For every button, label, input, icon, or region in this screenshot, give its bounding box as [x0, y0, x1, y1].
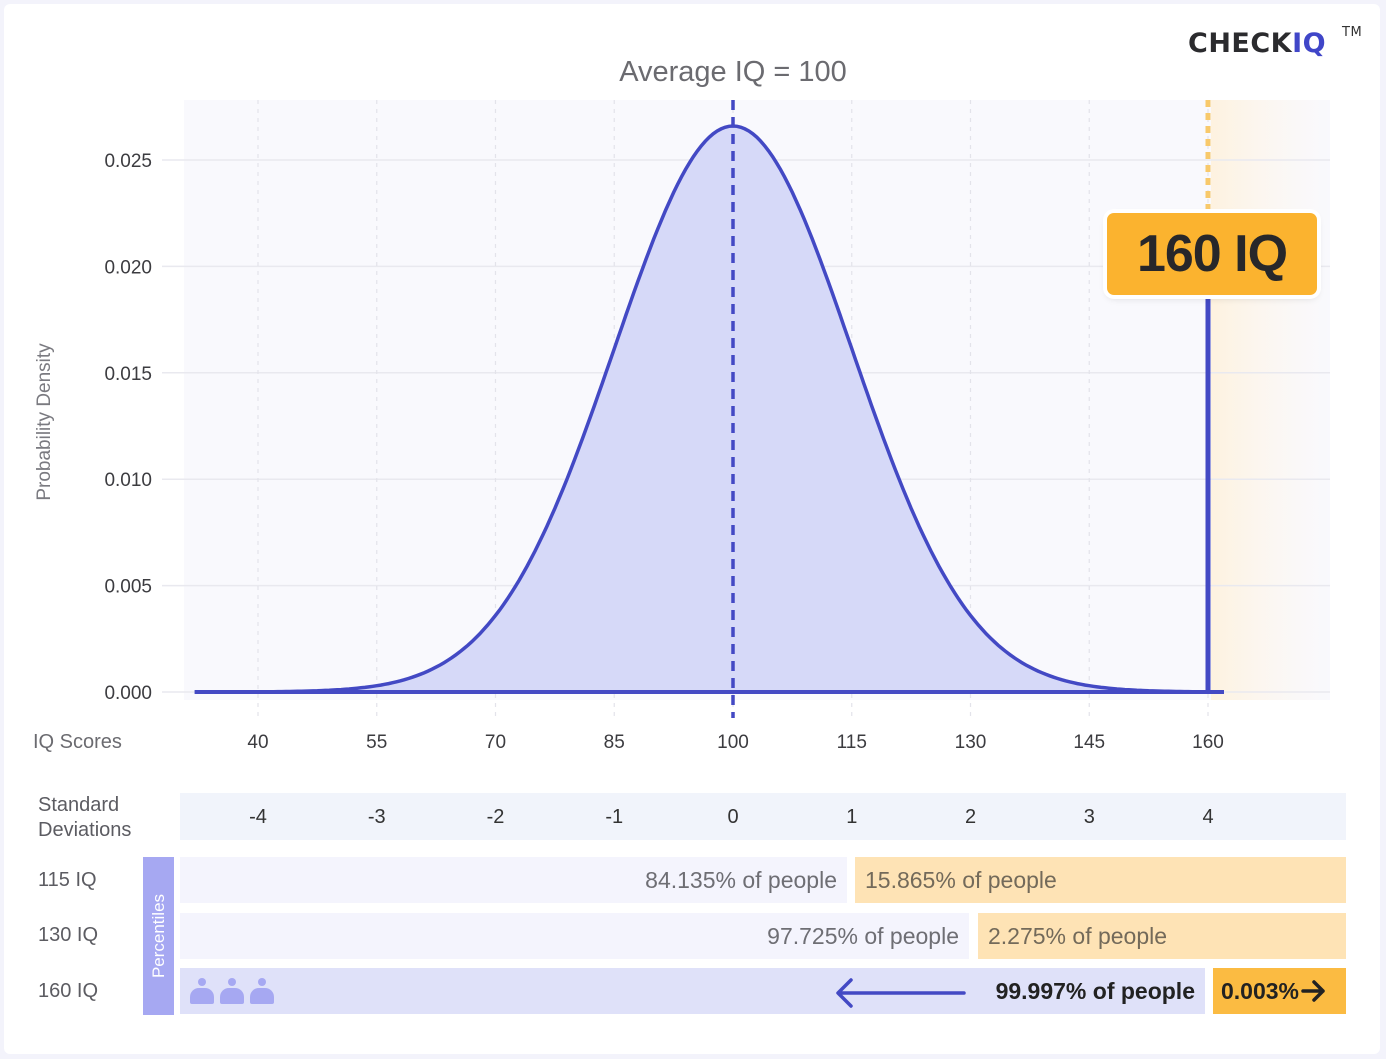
percentile-below-bar-highlight: 99.997% of people: [180, 968, 1205, 1014]
highlight-score-badge: 160 IQ: [1107, 213, 1317, 295]
percentile-row-label: 160 IQ: [38, 980, 99, 1002]
percentile-above-bar: 2.275% of people: [978, 913, 1346, 959]
sd-row-label-line1: Standard: [38, 794, 120, 816]
x-tick-label: 130: [955, 732, 987, 753]
person-icon: [190, 978, 214, 1004]
sd-row-label-line2: Deviations: [38, 819, 132, 841]
density-chart: 0.000 0.005 0.010 0.015 0.020 0.025 40 55 70 85 1…: [33, 100, 1330, 753]
sd-tick-label: 2: [964, 806, 977, 828]
sd-tick-label: 0: [727, 806, 739, 828]
sd-tick-label: -4: [249, 806, 267, 828]
person-icon: [220, 978, 244, 1004]
percentile-below-bar: 97.725% of people: [180, 913, 969, 959]
people-icons: [190, 978, 274, 1004]
percentiles-tag: Percentiles: [143, 857, 174, 1015]
percentile-below-text: 99.997% of people: [995, 977, 1195, 1004]
sd-tick-label: -3: [367, 806, 386, 828]
arrow-right-icon: [1301, 980, 1325, 1002]
sd-strip: [180, 793, 1346, 840]
percentile-above-bar: 15.865% of people: [855, 857, 1346, 903]
percentile-below-text: 97.725% of people: [767, 922, 959, 949]
y-axis-label: Probability Density: [34, 343, 55, 501]
x-tick-label: 85: [604, 732, 625, 753]
highlight-region: [1211, 100, 1330, 700]
x-tick-label: 145: [1073, 732, 1105, 753]
percentile-below-bar: 84.135% of people: [180, 857, 847, 903]
person-icon: [250, 978, 274, 1004]
sd-tick-label: 4: [1202, 806, 1214, 828]
percentile-above-text: 15.865% of people: [865, 866, 1057, 893]
percentile-row-label: 130 IQ: [38, 924, 99, 946]
percentile-row-label: 115 IQ: [38, 869, 97, 891]
y-tick-label: 0.000: [104, 683, 152, 704]
percentile-below-text: 84.135% of people: [645, 866, 837, 893]
y-tick-label: 0.015: [104, 364, 152, 385]
percentile-above-bar-highlight: 0.003%: [1213, 968, 1346, 1014]
y-tick-label: 0.020: [104, 257, 152, 278]
arrow-left-icon: [836, 978, 966, 1008]
percentile-above-text: 2.275% of people: [988, 922, 1168, 949]
y-tick-label: 0.025: [104, 151, 152, 172]
y-tick-label: 0.010: [104, 470, 152, 491]
x-tick-label: 40: [247, 732, 268, 753]
percentile-above-text: 0.003%: [1221, 977, 1300, 1004]
x-tick-label: 100: [717, 732, 749, 753]
sd-tick-label: -1: [605, 806, 624, 828]
sd-tick-label: 3: [1083, 806, 1095, 828]
percentiles-label: Percentiles: [148, 893, 168, 979]
x-tick-label: 160: [1192, 732, 1224, 753]
y-tick-label: 0.005: [104, 577, 152, 598]
sd-row-label: Standard Deviations: [38, 793, 131, 843]
x-axis-label: IQ Scores: [33, 731, 122, 753]
x-tick-label: 70: [485, 732, 506, 753]
x-tick-label: 115: [837, 732, 867, 753]
sd-tick-label: 1: [846, 806, 858, 828]
sd-tick-label: -2: [486, 806, 505, 828]
x-tick-label: 55: [366, 732, 387, 753]
